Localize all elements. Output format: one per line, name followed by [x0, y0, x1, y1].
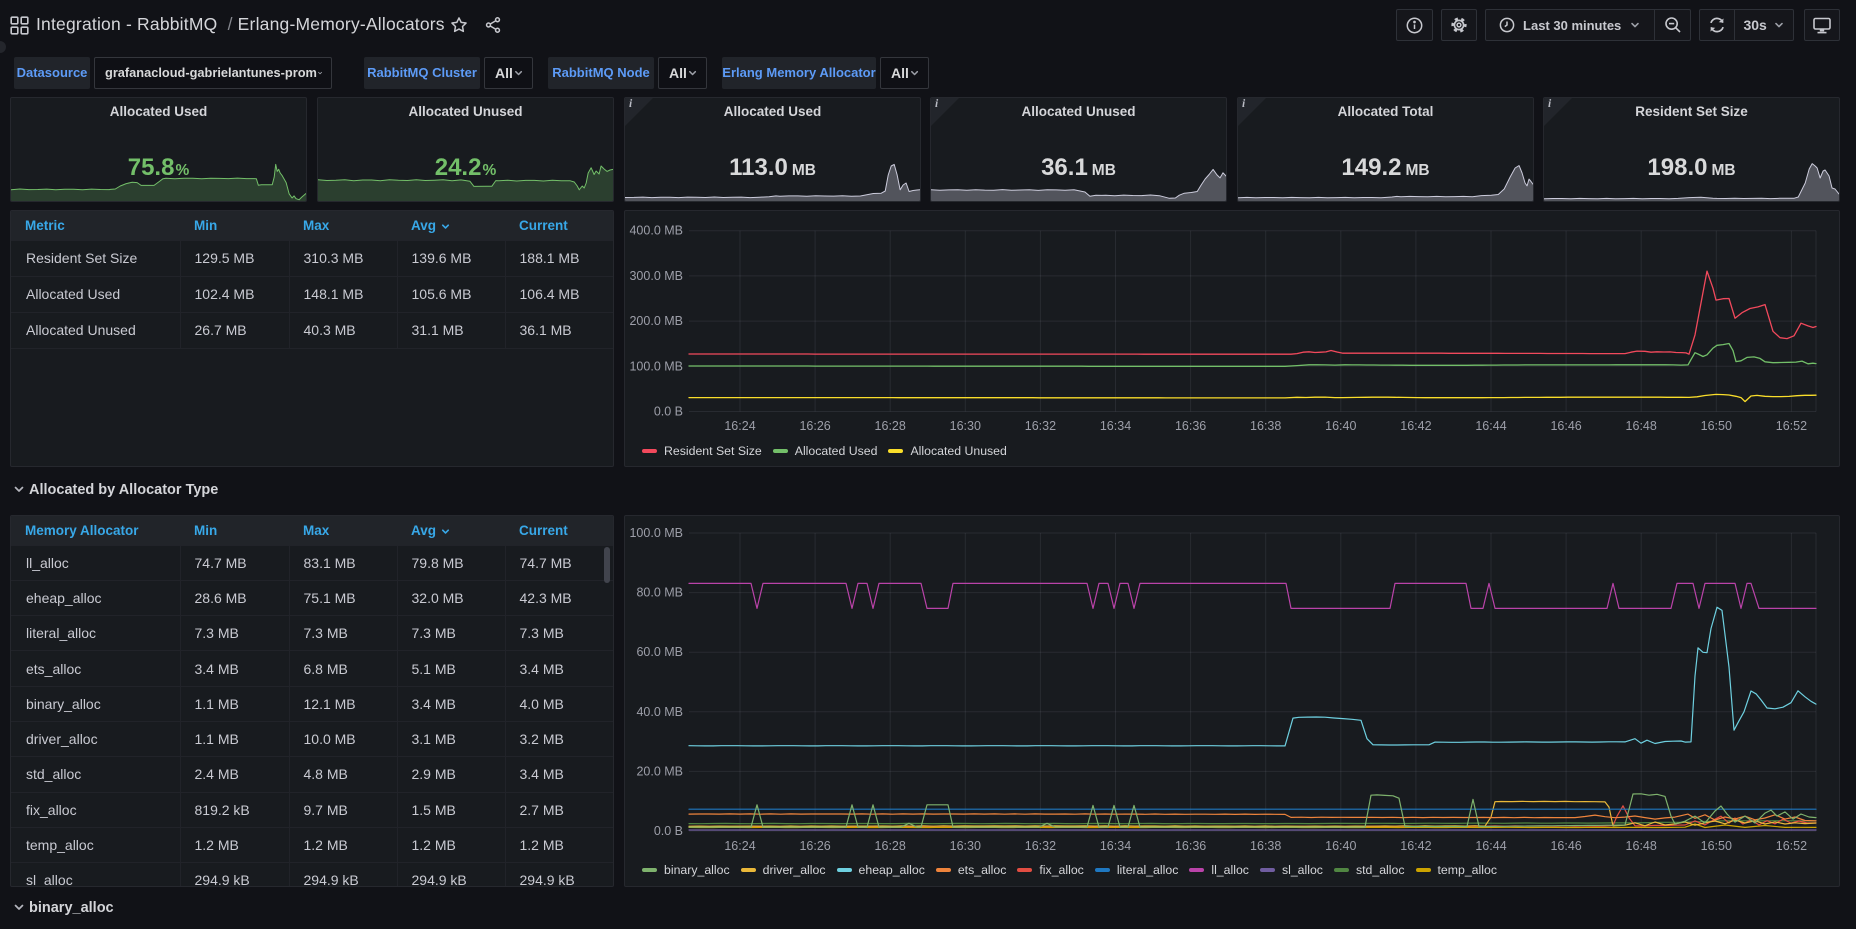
svg-text:16:46: 16:46	[1550, 419, 1581, 433]
svg-text:400.0 MB: 400.0 MB	[629, 224, 683, 238]
svg-text:16:28: 16:28	[875, 419, 906, 433]
svg-text:20.0 MB: 20.0 MB	[636, 764, 683, 778]
svg-text:16:34: 16:34	[1100, 839, 1131, 853]
svg-text:16:42: 16:42	[1400, 419, 1431, 433]
svg-text:16:38: 16:38	[1250, 419, 1281, 433]
svg-text:300.0 MB: 300.0 MB	[629, 269, 683, 283]
svg-text:16:46: 16:46	[1550, 839, 1581, 853]
svg-text:16:44: 16:44	[1475, 839, 1506, 853]
svg-text:16:44: 16:44	[1475, 419, 1506, 433]
svg-text:40.0 MB: 40.0 MB	[636, 705, 683, 719]
svg-text:16:40: 16:40	[1325, 419, 1356, 433]
svg-text:16:40: 16:40	[1325, 839, 1356, 853]
svg-text:16:52: 16:52	[1776, 419, 1807, 433]
svg-text:16:32: 16:32	[1025, 419, 1056, 433]
svg-text:16:50: 16:50	[1701, 839, 1732, 853]
svg-text:16:42: 16:42	[1400, 839, 1431, 853]
svg-text:16:38: 16:38	[1250, 839, 1281, 853]
svg-text:16:30: 16:30	[950, 839, 981, 853]
svg-text:16:34: 16:34	[1100, 419, 1131, 433]
svg-text:60.0 MB: 60.0 MB	[636, 645, 683, 659]
svg-text:80.0 MB: 80.0 MB	[636, 586, 683, 600]
svg-text:100.0 MB: 100.0 MB	[629, 359, 683, 373]
svg-text:16:52: 16:52	[1776, 839, 1807, 853]
svg-text:16:24: 16:24	[724, 419, 755, 433]
svg-text:16:26: 16:26	[799, 419, 830, 433]
svg-text:16:30: 16:30	[950, 419, 981, 433]
svg-text:16:48: 16:48	[1626, 839, 1657, 853]
svg-text:16:48: 16:48	[1626, 419, 1657, 433]
svg-text:16:36: 16:36	[1175, 419, 1206, 433]
svg-text:16:36: 16:36	[1175, 839, 1206, 853]
svg-text:16:26: 16:26	[799, 839, 830, 853]
svg-text:0.0 B: 0.0 B	[654, 405, 683, 419]
svg-text:100.0 MB: 100.0 MB	[629, 526, 683, 540]
svg-text:200.0 MB: 200.0 MB	[629, 314, 683, 328]
svg-text:0.0 B: 0.0 B	[654, 824, 683, 838]
svg-text:16:28: 16:28	[875, 839, 906, 853]
svg-text:16:50: 16:50	[1701, 419, 1732, 433]
svg-text:16:32: 16:32	[1025, 839, 1056, 853]
svg-text:16:24: 16:24	[724, 839, 755, 853]
